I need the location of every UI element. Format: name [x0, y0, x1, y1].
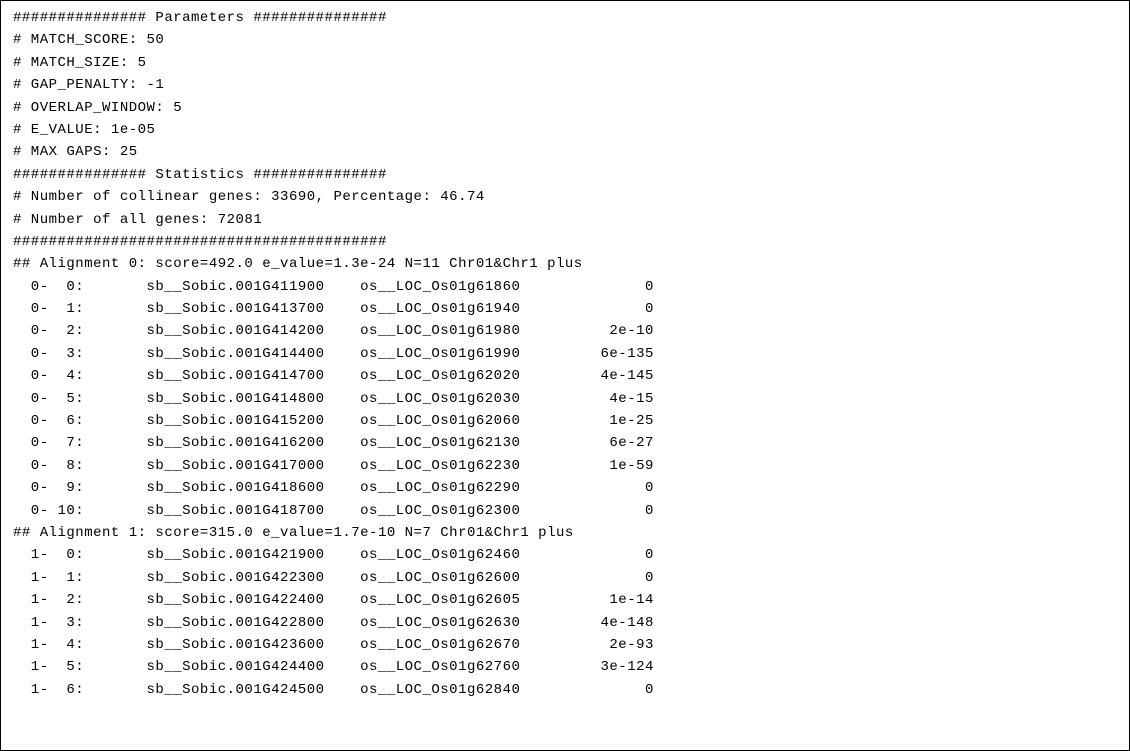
alignment0-row: 0- 3: sb__Sobic.001G414400 os__LOC_Os01g… [13, 343, 1117, 365]
param-max-gaps: # MAX GAPS: 25 [13, 141, 1117, 163]
alignment1-row: 1- 1: sb__Sobic.001G422300 os__LOC_Os01g… [13, 567, 1117, 589]
alignment0-row: 0- 4: sb__Sobic.001G414700 os__LOC_Os01g… [13, 365, 1117, 387]
stat-collinear-genes: # Number of collinear genes: 33690, Perc… [13, 186, 1117, 208]
alignment0-row: 0- 8: sb__Sobic.001G417000 os__LOC_Os01g… [13, 455, 1117, 477]
alignment1-row: 1- 4: sb__Sobic.001G423600 os__LOC_Os01g… [13, 634, 1117, 656]
param-overlap-window: # OVERLAP_WINDOW: 5 [13, 97, 1117, 119]
collinearity-output: ############### Parameters #############… [0, 0, 1130, 751]
alignment1-row: 1- 2: sb__Sobic.001G422400 os__LOC_Os01g… [13, 589, 1117, 611]
statistics-header: ############### Statistics #############… [13, 164, 1117, 186]
alignment0-row: 0- 7: sb__Sobic.001G416200 os__LOC_Os01g… [13, 432, 1117, 454]
section-divider: ########################################… [13, 231, 1117, 253]
param-match-size: # MATCH_SIZE: 5 [13, 52, 1117, 74]
alignment1-row: 1- 5: sb__Sobic.001G424400 os__LOC_Os01g… [13, 656, 1117, 678]
alignment1-row: 1- 0: sb__Sobic.001G421900 os__LOC_Os01g… [13, 544, 1117, 566]
alignment0-row: 0- 9: sb__Sobic.001G418600 os__LOC_Os01g… [13, 477, 1117, 499]
alignment1-row: 1- 6: sb__Sobic.001G424500 os__LOC_Os01g… [13, 679, 1117, 701]
alignment0-header: ## Alignment 0: score=492.0 e_value=1.3e… [13, 253, 1117, 275]
stat-all-genes: # Number of all genes: 72081 [13, 209, 1117, 231]
alignment1-header: ## Alignment 1: score=315.0 e_value=1.7e… [13, 522, 1117, 544]
alignment0-row: 0- 10: sb__Sobic.001G418700 os__LOC_Os01… [13, 500, 1117, 522]
parameters-header: ############### Parameters #############… [13, 7, 1117, 29]
alignment0-row: 0- 5: sb__Sobic.001G414800 os__LOC_Os01g… [13, 388, 1117, 410]
alignment0-row: 0- 6: sb__Sobic.001G415200 os__LOC_Os01g… [13, 410, 1117, 432]
alignment1-row: 1- 3: sb__Sobic.001G422800 os__LOC_Os01g… [13, 612, 1117, 634]
alignment0-row: 0- 0: sb__Sobic.001G411900 os__LOC_Os01g… [13, 276, 1117, 298]
alignment0-row: 0- 1: sb__Sobic.001G413700 os__LOC_Os01g… [13, 298, 1117, 320]
alignment0-row: 0- 2: sb__Sobic.001G414200 os__LOC_Os01g… [13, 320, 1117, 342]
param-e-value: # E_VALUE: 1e-05 [13, 119, 1117, 141]
param-gap-penalty: # GAP_PENALTY: -1 [13, 74, 1117, 96]
param-match-score: # MATCH_SCORE: 50 [13, 29, 1117, 51]
